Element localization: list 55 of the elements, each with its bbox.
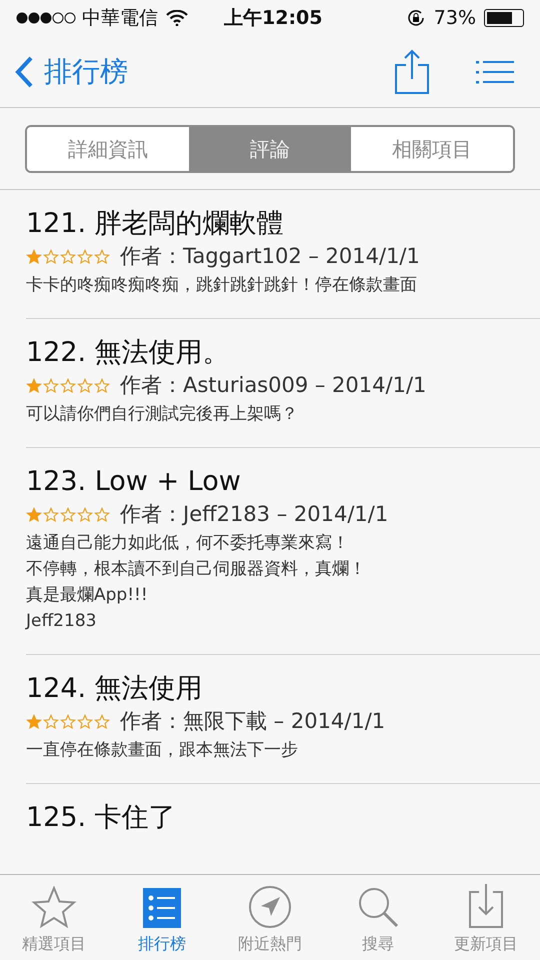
review-title: 122. 無法使用。 bbox=[26, 336, 231, 370]
star-icon bbox=[31, 886, 77, 928]
tab-bar-item[interactable]: 附近熱門 bbox=[216, 875, 324, 960]
download-tray-icon bbox=[469, 884, 503, 928]
review-text: 遠通自己能力如此低，何不委托專業來寫！ bbox=[26, 532, 350, 555]
filled-star-icon bbox=[26, 507, 42, 523]
tab-bar-item[interactable]: 更新項目 bbox=[432, 875, 540, 960]
share-icon[interactable] bbox=[394, 48, 430, 94]
signal-strength-icon bbox=[16, 12, 76, 24]
tab-bar-item[interactable]: 搜尋 bbox=[324, 875, 432, 960]
review-title: 124. 無法使用 bbox=[26, 672, 204, 706]
empty-star-icon bbox=[94, 249, 110, 265]
filled-star-icon bbox=[26, 249, 42, 265]
empty-star-icon bbox=[60, 249, 76, 265]
battery-icon bbox=[484, 9, 524, 27]
review-author-date: 作者：Jeff2183 – 2014/1/1 bbox=[120, 501, 388, 528]
status-time: 上午12:05 bbox=[224, 6, 322, 31]
empty-star-icon bbox=[94, 507, 110, 523]
rotation-lock-icon bbox=[406, 8, 426, 28]
empty-star-icon bbox=[94, 714, 110, 730]
empty-star-icon bbox=[94, 378, 110, 394]
empty-star-icon bbox=[60, 714, 76, 730]
empty-star-icon bbox=[77, 378, 93, 394]
segment-tab[interactable]: 相關項目 bbox=[351, 126, 513, 170]
back-button[interactable]: 排行榜 bbox=[14, 50, 128, 92]
review-author-date: 作者：Asturias009 – 2014/1/1 bbox=[120, 372, 426, 400]
filled-star-icon bbox=[26, 714, 42, 730]
review-author-date: 作者：無限下載 – 2014/1/1 bbox=[120, 708, 386, 736]
empty-star-icon bbox=[60, 507, 76, 523]
ranked-list-icon bbox=[143, 888, 181, 928]
wifi-icon bbox=[166, 10, 188, 26]
back-chevron-icon bbox=[14, 54, 34, 88]
review-text: 真是最爛App!!! bbox=[26, 584, 149, 607]
segment-tab[interactable]: 詳細資訊 bbox=[27, 126, 189, 170]
filled-star-icon bbox=[26, 378, 42, 394]
review-text: 可以請你們自行測試完後再上架嗎？ bbox=[26, 403, 299, 426]
empty-star-icon bbox=[60, 378, 76, 394]
review-title: 125. 卡住了 bbox=[26, 801, 177, 835]
empty-star-icon bbox=[77, 714, 93, 730]
empty-star-icon bbox=[77, 507, 93, 523]
segment-tab[interactable]: 評論 bbox=[189, 126, 351, 170]
review-title: 121. 胖老闆的爛軟體 bbox=[26, 207, 285, 241]
review-title: 123. Low + Low bbox=[26, 465, 242, 499]
empty-star-icon bbox=[77, 249, 93, 265]
carrier-name: 中華電信 bbox=[82, 6, 158, 31]
menu-icon[interactable] bbox=[476, 60, 514, 84]
tab-bar-item[interactable]: 排行榜 bbox=[108, 875, 216, 960]
tab-bar-item[interactable]: 精選項目 bbox=[0, 875, 108, 960]
review-text: Jeff2183 bbox=[26, 610, 98, 633]
review-author-date: 作者：Taggart102 – 2014/1/1 bbox=[120, 243, 420, 270]
review-text: 一直停在條款畫面，跟本無法下一步 bbox=[26, 739, 299, 762]
review-text: 不停轉，根本讀不到自己伺服器資料，真爛！ bbox=[26, 558, 367, 581]
battery-percentage: 73% bbox=[434, 6, 476, 31]
search-icon bbox=[357, 886, 399, 928]
review-text: 卡卡的咚痴咚痴咚痴，跳針跳針跳針！停在條款畫面 bbox=[26, 274, 418, 297]
